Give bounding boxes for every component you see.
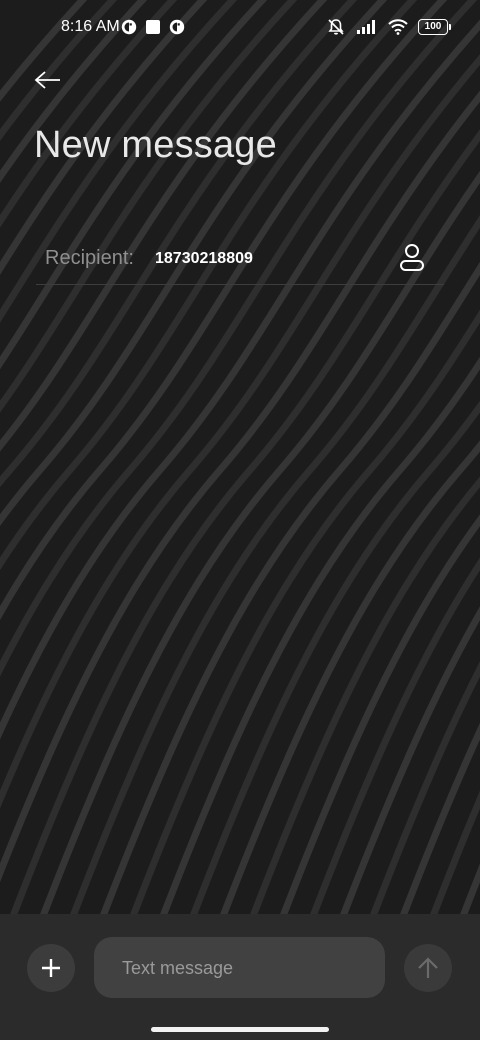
recipient-input[interactable] [155, 246, 375, 272]
square-notification-icon [146, 20, 160, 34]
new-message-screen: 8:16 AM 100 New message Recipient: 18730… [0, 0, 480, 1040]
status-left-icons [121, 19, 185, 35]
plus-icon [42, 959, 60, 977]
status-bar: 8:16 AM 100 [0, 0, 480, 56]
signal-icon [357, 20, 375, 34]
status-time: 8:16 AM [61, 18, 120, 35]
mute-icon [328, 19, 344, 35]
wifi-icon [388, 19, 408, 35]
text-message-input[interactable] [122, 955, 362, 981]
home-indicator[interactable] [151, 1027, 329, 1032]
battery-level: 100 [424, 21, 442, 32]
send-button[interactable] [404, 944, 452, 992]
person-icon[interactable] [398, 242, 426, 272]
back-arrow-icon[interactable] [30, 64, 66, 96]
recipient-row: Recipient: [36, 232, 444, 285]
text-message-field[interactable] [94, 937, 385, 998]
app-notification-icon [121, 19, 137, 35]
battery-icon: 100 [418, 19, 451, 35]
status-right-icons: 100 [326, 17, 451, 37]
message-composer [0, 914, 480, 1040]
recipient-label: Recipient: [45, 247, 134, 269]
add-attachment-button[interactable] [27, 944, 75, 992]
page-title: New message [34, 124, 277, 166]
app-notification-icon [169, 19, 185, 35]
arrow-up-icon [418, 957, 438, 978]
